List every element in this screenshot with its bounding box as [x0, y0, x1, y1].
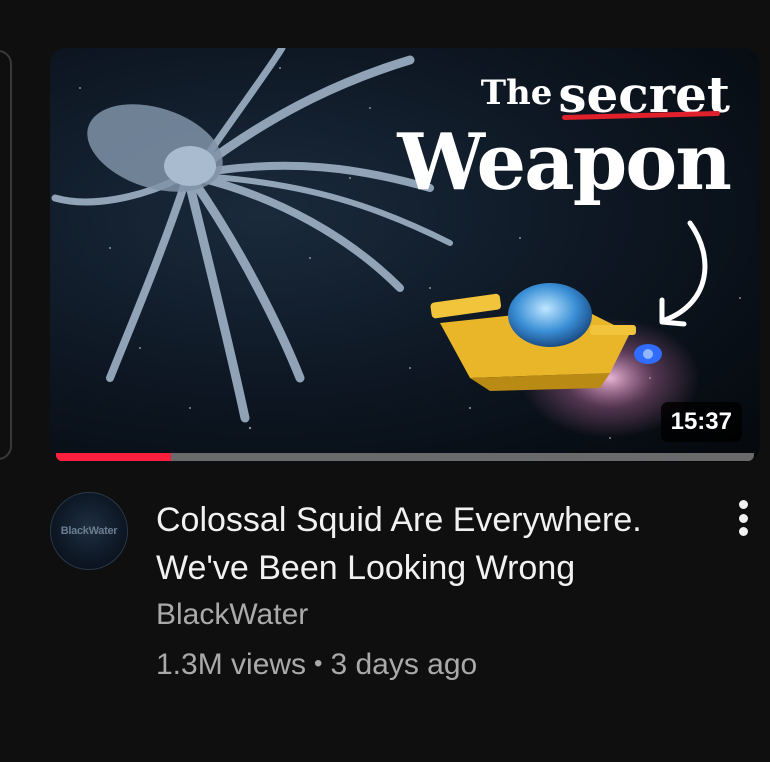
duration-badge: 15:37: [660, 402, 742, 442]
thumbnail-word-secret: secret: [558, 65, 730, 124]
previous-card-edge: [0, 50, 12, 460]
watch-progress-fill: [56, 453, 172, 461]
thumbnail-title-text: The secret Weapon: [397, 65, 732, 208]
video-feed: The secret Weapon 15:37 BlackWater Coloss…: [0, 0, 770, 762]
channel-avatar[interactable]: BlackWater: [50, 492, 128, 570]
video-metadata: 1.3M views • 3 days ago: [156, 648, 477, 682]
video-title[interactable]: Colossal Squid Are Everywhere. We've Bee…: [156, 496, 696, 592]
meta-separator: •: [314, 650, 323, 677]
video-thumbnail[interactable]: The secret Weapon 15:37: [50, 48, 760, 462]
thumbnail-word-weapon: Weapon: [397, 117, 732, 208]
upload-age: 3 days ago: [330, 648, 478, 681]
watch-progress-bar: [56, 453, 754, 461]
menu-dot: [738, 500, 748, 509]
more-vert-icon[interactable]: [728, 496, 758, 540]
thumbnail-word-the: The: [480, 73, 553, 113]
channel-name[interactable]: BlackWater: [156, 598, 308, 632]
view-count: 1.3M views: [156, 648, 307, 681]
channel-avatar-text: BlackWater: [60, 525, 118, 537]
menu-dot: [738, 527, 748, 536]
menu-dot: [738, 513, 748, 523]
